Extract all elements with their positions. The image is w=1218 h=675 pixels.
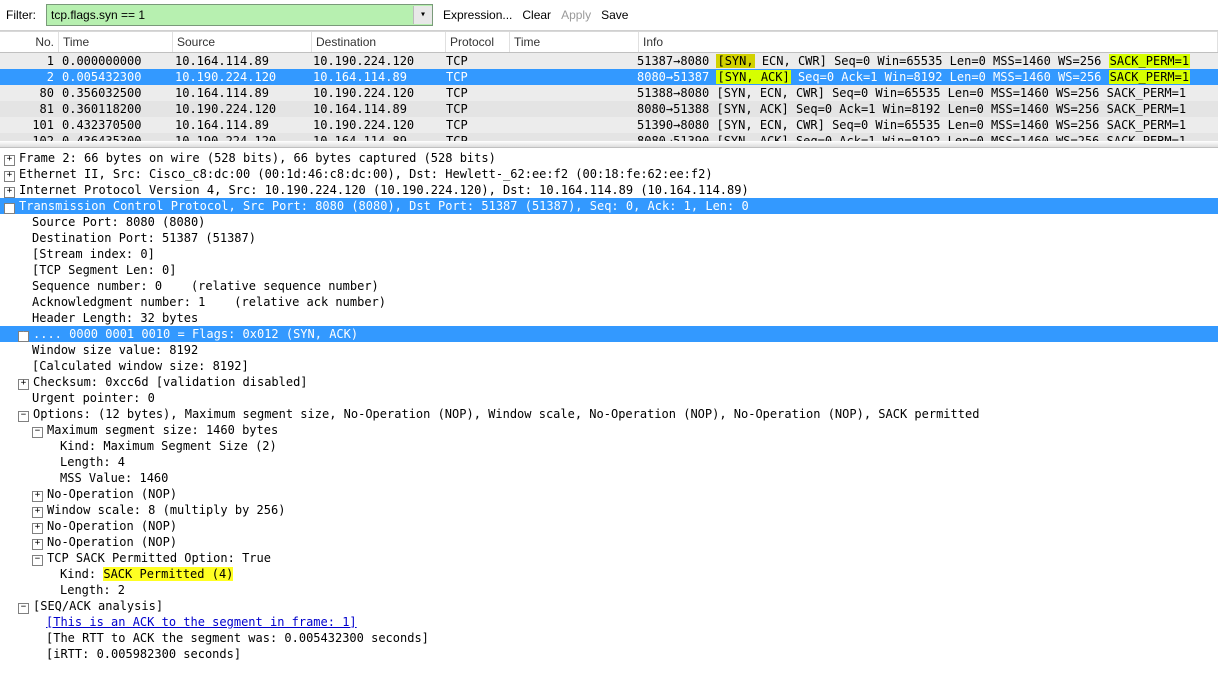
packet-details: +Frame 2: 66 bytes on wire (528 bits), 6… [0, 148, 1218, 668]
tcp-source-port[interactable]: Source Port: 8080 (8080) [0, 214, 1218, 230]
filter-dropdown-button[interactable]: ▾ [413, 6, 432, 24]
opt-mss-value[interactable]: MSS Value: 1460 [0, 470, 1218, 486]
tree-ip[interactable]: +Internet Protocol Version 4, Src: 10.19… [0, 182, 1218, 198]
tree-tcp[interactable]: −Transmission Control Protocol, Src Port… [0, 198, 1218, 214]
opt-nop2[interactable]: +No-Operation (NOP) [0, 518, 1218, 534]
opt-mss[interactable]: −Maximum segment size: 1460 bytes [0, 422, 1218, 438]
sack-kind-highlight: SACK Permitted (4) [103, 567, 233, 581]
tcp-options[interactable]: −Options: (12 bytes), Maximum segment si… [0, 406, 1218, 422]
opt-nop1[interactable]: +No-Operation (NOP) [0, 486, 1218, 502]
opt-mss-len[interactable]: Length: 4 [0, 454, 1218, 470]
expand-icon[interactable]: + [32, 539, 43, 550]
pane-splitter[interactable] [0, 141, 1218, 148]
tree-ethernet[interactable]: +Ethernet II, Src: Cisco_c8:dc:00 (00:1d… [0, 166, 1218, 182]
expand-icon[interactable]: + [4, 155, 15, 166]
clear-button[interactable]: Clear [522, 8, 551, 22]
expand-icon[interactable]: + [32, 507, 43, 518]
tcp-urgent[interactable]: Urgent pointer: 0 [0, 390, 1218, 406]
filter-toolbar: Filter: ▾ Expression... Clear Apply Save [0, 0, 1218, 31]
tcp-segment-len[interactable]: [TCP Segment Len: 0] [0, 262, 1218, 278]
tcp-flags[interactable]: +.... 0000 0001 0010 = Flags: 0x012 (SYN… [0, 326, 1218, 342]
apply-button[interactable]: Apply [561, 8, 591, 22]
collapse-icon[interactable]: − [32, 427, 43, 438]
tcp-dest-port[interactable]: Destination Port: 51387 (51387) [0, 230, 1218, 246]
packet-row[interactable]: 1010.43237050010.164.114.8910.190.224.12… [0, 117, 1218, 133]
collapse-icon[interactable]: − [32, 555, 43, 566]
expand-icon[interactable]: + [18, 331, 29, 342]
col-protocol[interactable]: Protocol [446, 32, 510, 52]
expand-icon[interactable]: + [4, 171, 15, 182]
expand-icon[interactable]: + [18, 379, 29, 390]
opt-mss-kind[interactable]: Kind: Maximum Segment Size (2) [0, 438, 1218, 454]
rtt-to-ack[interactable]: [The RTT to ACK the segment was: 0.00543… [0, 630, 1218, 646]
packet-list-header: No. Time Source Destination Protocol Tim… [0, 32, 1218, 53]
col-info[interactable]: Info [639, 32, 1218, 52]
opt-sack-len[interactable]: Length: 2 [0, 582, 1218, 598]
tcp-checksum[interactable]: +Checksum: 0xcc6d [validation disabled] [0, 374, 1218, 390]
tcp-stream-index[interactable]: [Stream index: 0] [0, 246, 1218, 262]
opt-nop3[interactable]: +No-Operation (NOP) [0, 534, 1218, 550]
expand-icon[interactable]: + [4, 187, 15, 198]
col-time2[interactable]: Time [510, 32, 639, 52]
irtt[interactable]: [iRTT: 0.005982300 seconds] [0, 646, 1218, 662]
expand-icon[interactable]: + [32, 491, 43, 502]
tree-frame[interactable]: +Frame 2: 66 bytes on wire (528 bits), 6… [0, 150, 1218, 166]
tcp-ack[interactable]: Acknowledgment number: 1 (relative ack n… [0, 294, 1218, 310]
col-time[interactable]: Time [59, 32, 173, 52]
tcp-window-size[interactable]: Window size value: 8192 [0, 342, 1218, 358]
filter-input[interactable] [47, 7, 413, 23]
packet-row[interactable]: 810.36011820010.190.224.12010.164.114.89… [0, 101, 1218, 117]
collapse-icon[interactable]: − [18, 603, 29, 614]
opt-sack-kind[interactable]: Kind: SACK Permitted (4) [0, 566, 1218, 582]
collapse-icon[interactable]: − [18, 411, 29, 422]
packet-list: No. Time Source Destination Protocol Tim… [0, 31, 1218, 141]
filter-label: Filter: [6, 8, 36, 22]
col-dest[interactable]: Destination [312, 32, 446, 52]
expression-button[interactable]: Expression... [443, 8, 512, 22]
packet-row[interactable]: 1020.43643530010.190.224.12010.164.114.8… [0, 133, 1218, 141]
packet-row[interactable]: 800.35603250010.164.114.8910.190.224.120… [0, 85, 1218, 101]
opt-sack-perm[interactable]: −TCP SACK Permitted Option: True [0, 550, 1218, 566]
ack-frame-link[interactable]: [This is an ACK to the segment in frame:… [0, 614, 1218, 630]
filter-input-wrap: ▾ [46, 4, 433, 26]
expand-icon[interactable]: + [32, 523, 43, 534]
col-source[interactable]: Source [173, 32, 312, 52]
collapse-icon[interactable]: − [4, 203, 15, 214]
tcp-seq[interactable]: Sequence number: 0 (relative sequence nu… [0, 278, 1218, 294]
seq-ack-analysis[interactable]: −[SEQ/ACK analysis] [0, 598, 1218, 614]
opt-wscale[interactable]: +Window scale: 8 (multiply by 256) [0, 502, 1218, 518]
tcp-header-len[interactable]: Header Length: 32 bytes [0, 310, 1218, 326]
tcp-calc-window[interactable]: [Calculated window size: 8192] [0, 358, 1218, 374]
packet-row[interactable]: 20.00543230010.190.224.12010.164.114.89T… [0, 69, 1218, 85]
packet-row[interactable]: 10.00000000010.164.114.8910.190.224.120T… [0, 53, 1218, 69]
save-button[interactable]: Save [601, 8, 628, 22]
col-no[interactable]: No. [0, 32, 59, 52]
